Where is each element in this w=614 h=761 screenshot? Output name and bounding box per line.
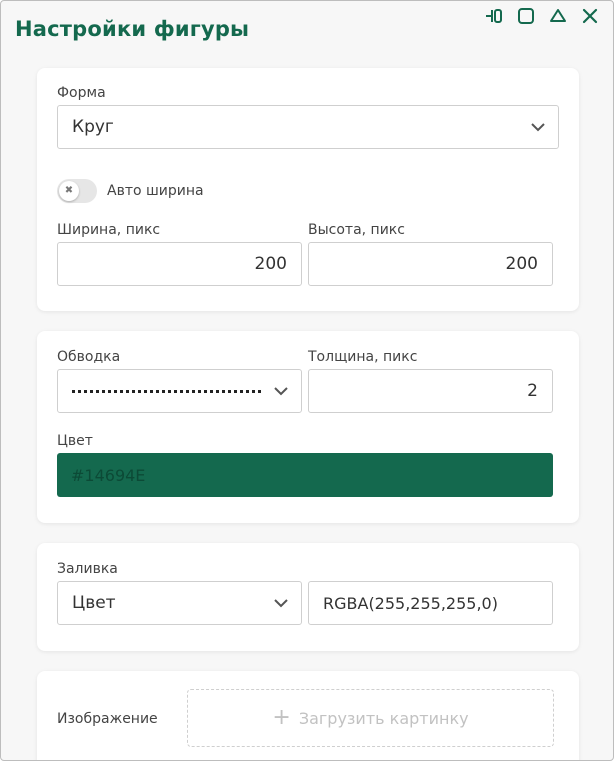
width-input[interactable]: 200 — [57, 242, 302, 286]
maximize-button[interactable] — [515, 5, 537, 27]
collapse-button[interactable] — [547, 5, 569, 27]
fill-type-select[interactable]: Цвет — [57, 581, 302, 625]
chevron-down-icon — [261, 386, 301, 396]
collapse-icon — [550, 9, 566, 22]
stroke-color-input[interactable]: #14694E — [57, 453, 553, 497]
window-controls — [483, 5, 601, 27]
width-input-value: 200 — [254, 254, 287, 274]
stroke-style-select[interactable] — [57, 369, 302, 413]
close-icon — [582, 8, 598, 24]
image-label: Изображение — [57, 711, 158, 727]
stroke-label: Обводка — [57, 349, 121, 365]
thickness-input-value: 2 — [527, 381, 538, 401]
shape-select[interactable]: Круг — [57, 105, 559, 149]
chevron-down-icon — [261, 598, 301, 608]
stroke-card: Обводка Толщина, пикс 2 Цвет #14694E — [37, 331, 579, 523]
height-input-value: 200 — [505, 254, 538, 274]
auto-width-toggle[interactable]: ✖ — [57, 179, 97, 203]
stroke-color-label: Цвет — [57, 433, 93, 449]
pin-icon — [486, 9, 502, 23]
fill-label: Заливка — [57, 561, 118, 577]
shape-settings-window: Настройки фигуры Форма Круг ✖ Авто ширин… — [0, 0, 614, 761]
plus-icon: + — [272, 705, 291, 730]
fill-card: Заливка Цвет RGBA(255,255,255,0) — [37, 543, 579, 651]
fill-color-value: RGBA(255,255,255,0) — [323, 593, 498, 613]
dotted-line-preview — [72, 389, 261, 393]
height-input[interactable]: 200 — [308, 242, 553, 286]
pin-button[interactable] — [483, 5, 505, 27]
thickness-label: Толщина, пикс — [308, 349, 418, 365]
shape-select-value: Круг — [72, 117, 114, 137]
maximize-icon — [518, 8, 534, 24]
auto-width-label: Авто ширина — [107, 183, 204, 199]
stroke-color-value: #14694E — [71, 465, 146, 485]
upload-image-button[interactable]: + Загрузить картинку — [187, 689, 554, 747]
height-label: Высота, пикс — [308, 222, 405, 238]
upload-image-label: Загрузить картинку — [298, 708, 469, 728]
x-icon: ✖ — [59, 181, 79, 201]
shape-card: Форма Круг ✖ Авто ширина Ширина, пикс 20… — [37, 68, 579, 311]
width-label: Ширина, пикс — [57, 222, 161, 238]
close-button[interactable] — [579, 5, 601, 27]
fill-color-input[interactable]: RGBA(255,255,255,0) — [308, 581, 553, 625]
window-title: Настройки фигуры — [15, 17, 250, 41]
thickness-input[interactable]: 2 — [308, 369, 553, 413]
fill-type-value: Цвет — [72, 593, 116, 613]
shape-label: Форма — [57, 85, 106, 101]
image-card: Изображение + Загрузить картинку — [37, 671, 579, 760]
chevron-down-icon — [518, 122, 558, 132]
